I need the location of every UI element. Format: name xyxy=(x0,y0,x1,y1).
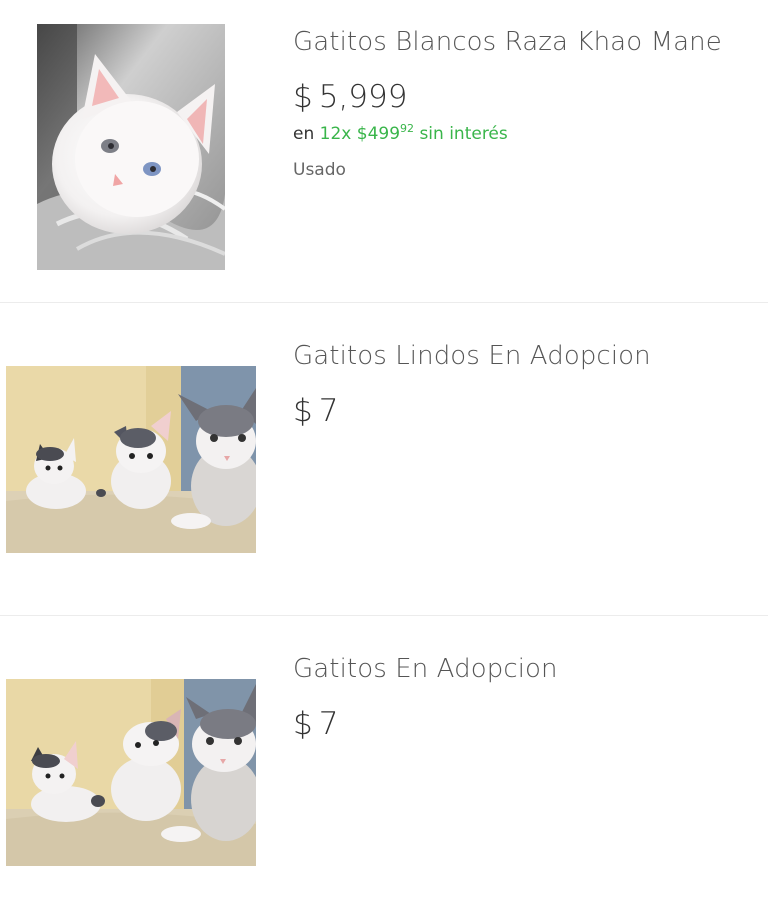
installments-suffix: sin interés xyxy=(419,124,508,144)
result-price: $7 xyxy=(293,706,748,742)
price-currency: $ xyxy=(293,79,313,115)
installments-currency: $ xyxy=(356,124,368,144)
result-price: $7 xyxy=(293,393,748,429)
result-thumbnail[interactable] xyxy=(6,679,256,866)
installments-count: 12x xyxy=(319,124,352,144)
installments-prefix: en xyxy=(293,124,315,144)
result-item[interactable]: Gatitos En Adopcion $7 xyxy=(0,616,768,897)
result-thumbnail[interactable] xyxy=(6,366,256,553)
installments-amount: 499 xyxy=(367,124,401,144)
price-currency: $ xyxy=(293,393,313,429)
result-title[interactable]: Gatitos Blancos Raza Khao Mane xyxy=(293,25,748,59)
kittens-image xyxy=(6,679,256,866)
condition-label: Usado xyxy=(293,160,346,180)
price-amount: 5,999 xyxy=(318,79,408,115)
installments-info: en 12x $49992 sin interés xyxy=(293,123,748,145)
result-price: $5,999 xyxy=(293,79,748,115)
white-kitten-image xyxy=(37,24,225,270)
price-amount: 7 xyxy=(318,393,339,429)
result-title[interactable]: Gatitos Lindos En Adopcion xyxy=(293,339,748,373)
kittens-image xyxy=(6,366,256,553)
result-info: Gatitos En Adopcion $7 xyxy=(293,652,748,742)
price-amount: 7 xyxy=(318,706,339,742)
installments-cents: 92 xyxy=(400,122,415,135)
price-currency: $ xyxy=(293,706,313,742)
result-title[interactable]: Gatitos En Adopcion xyxy=(293,652,748,686)
result-item[interactable]: Gatitos Lindos En Adopcion $7 xyxy=(0,303,768,616)
search-results-list: Gatitos Blancos Raza Khao Mane $5,999 en… xyxy=(0,0,768,897)
result-info: Gatitos Lindos En Adopcion $7 xyxy=(293,339,748,429)
result-item[interactable]: Gatitos Blancos Raza Khao Mane $5,999 en… xyxy=(0,0,768,303)
result-thumbnail[interactable] xyxy=(37,24,225,270)
result-info: Gatitos Blancos Raza Khao Mane $5,999 en… xyxy=(293,25,748,181)
